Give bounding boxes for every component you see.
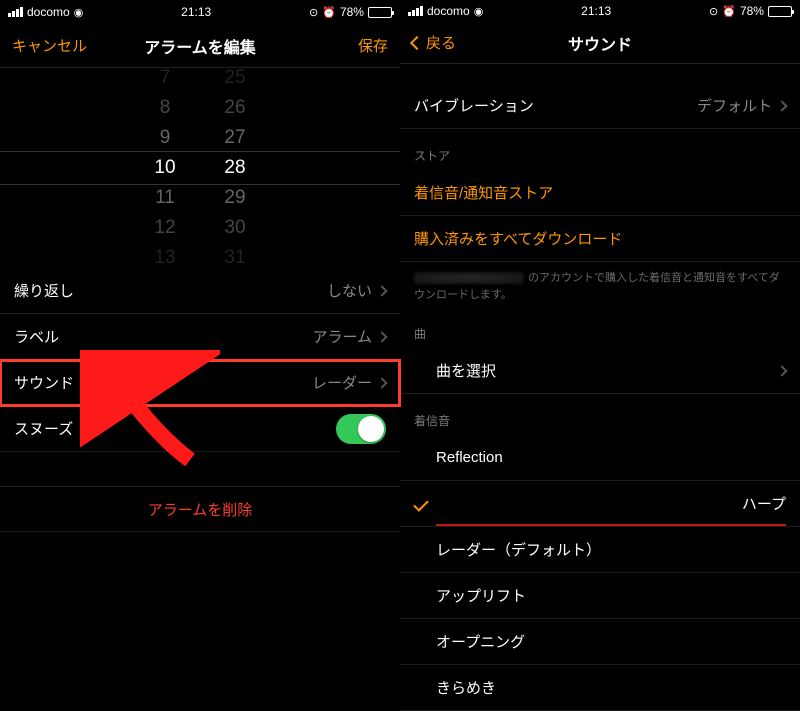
snooze-toggle[interactable]	[336, 414, 386, 444]
carrier-label: docomo	[427, 4, 470, 18]
wifi-icon: ◉	[74, 6, 84, 19]
chevron-right-icon	[376, 377, 387, 388]
battery-pct: 78%	[740, 4, 764, 18]
hour-column[interactable]: 7 8 9 10 11 12 13	[130, 63, 200, 273]
sound-label: サウンド	[14, 372, 74, 393]
cancel-button[interactable]: キャンセル	[12, 35, 87, 56]
wifi-icon: ◉	[474, 5, 484, 18]
back-button[interactable]: 戻る	[412, 32, 456, 53]
alarm-icon: ⏰	[722, 5, 736, 18]
delete-alarm-button[interactable]: アラームを削除	[0, 486, 400, 532]
chevron-left-icon	[410, 36, 424, 50]
chevron-right-icon	[376, 285, 387, 296]
battery-icon	[768, 6, 792, 17]
vibration-label: バイブレーション	[414, 95, 534, 116]
screen-edit-alarm: docomo ◉ 21:13 ⊙ ⏰ 78% キャンセル アラームを編集 保存 …	[0, 0, 400, 711]
ringtone-item-selected[interactable]: ハープ	[400, 481, 800, 527]
section-ringtone: 着信音	[400, 394, 800, 435]
ringtone-item[interactable]: アップリフト	[400, 573, 800, 619]
location-icon: ⊙	[709, 5, 718, 18]
snooze-row: スヌーズ	[0, 406, 400, 452]
chevron-right-icon	[776, 365, 787, 376]
location-icon: ⊙	[309, 6, 318, 19]
checkmark-icon	[413, 496, 429, 512]
chevron-right-icon	[376, 331, 387, 342]
signal-icon	[8, 7, 23, 17]
battery-pct: 78%	[340, 5, 364, 19]
redacted-account	[414, 272, 524, 284]
vibration-row[interactable]: バイブレーション デフォルト	[400, 83, 800, 129]
pick-song-row[interactable]: 曲を選択	[400, 348, 800, 394]
label-label: ラベル	[14, 326, 59, 347]
section-song: 曲	[400, 307, 800, 348]
status-time: 21:13	[581, 4, 611, 18]
battery-icon	[368, 7, 392, 18]
ringtone-item[interactable]: レーダー（デフォルト）	[400, 527, 800, 573]
minute-column[interactable]: 25 26 27 28 29 30 31	[200, 63, 270, 273]
status-time: 21:13	[181, 5, 211, 19]
save-button[interactable]: 保存	[358, 35, 388, 56]
chevron-right-icon	[776, 100, 787, 111]
nav-title: サウンド	[492, 31, 708, 55]
alarm-icon: ⏰	[322, 6, 336, 19]
nav-bar: 戻る サウンド	[400, 23, 800, 65]
tone-store-link[interactable]: 着信音/通知音ストア	[400, 170, 800, 216]
alarm-options-list: 繰り返し しない ラベル アラーム サウンド レーダー スヌーズ	[0, 268, 400, 452]
carrier-label: docomo	[27, 5, 70, 19]
store-footer: のアカウントで購入した着信音と通知音をすべてダウンロードします。	[400, 262, 800, 307]
screen-sound: docomo ◉ 21:13 ⊙ ⏰ 78% 戻る サウンド バイブレーション …	[400, 0, 800, 711]
nav-title: アラームを編集	[92, 34, 308, 58]
section-store: ストア	[400, 129, 800, 170]
ringtone-item[interactable]: きらめき	[400, 665, 800, 711]
status-bar: docomo ◉ 21:13 ⊙ ⏰ 78%	[400, 0, 800, 23]
status-bar: docomo ◉ 21:13 ⊙ ⏰ 78%	[0, 0, 400, 24]
repeat-row[interactable]: 繰り返し しない	[0, 268, 400, 314]
ringtone-item[interactable]: オープニング	[400, 619, 800, 665]
sound-row[interactable]: サウンド レーダー	[0, 360, 400, 406]
time-picker[interactable]: 7 8 9 10 11 12 13 25 26 27 28 29 30 31	[0, 68, 400, 268]
download-all-link[interactable]: 購入済みをすべてダウンロード	[400, 216, 800, 262]
signal-icon	[408, 6, 423, 16]
ringtone-item[interactable]: Reflection	[400, 435, 800, 481]
repeat-label: 繰り返し	[14, 280, 74, 301]
snooze-label: スヌーズ	[14, 418, 73, 439]
label-row[interactable]: ラベル アラーム	[0, 314, 400, 360]
nav-bar: キャンセル アラームを編集 保存	[0, 24, 400, 68]
